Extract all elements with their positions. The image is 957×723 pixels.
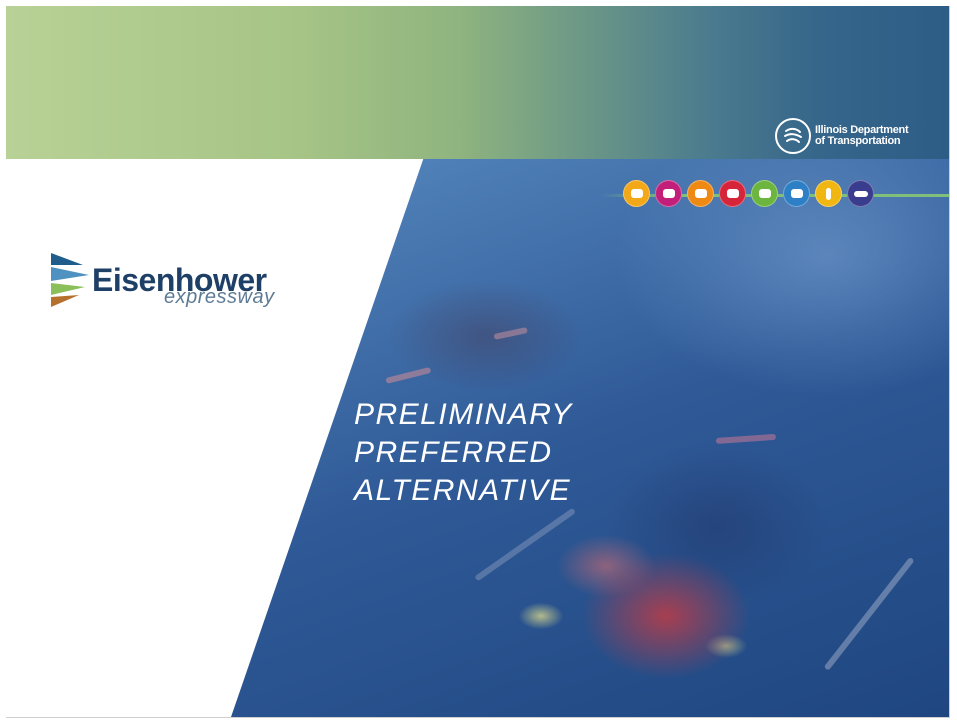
title-line-3: ALTERNATIVE (354, 474, 572, 507)
title-line-2: PREFERRED (354, 436, 553, 469)
idot-seal-icon (775, 118, 811, 154)
eisenhower-logo-mark (51, 253, 89, 307)
transportation-mode-icons (623, 180, 874, 207)
carpool-icon (655, 180, 682, 207)
rail-icon (783, 180, 810, 207)
idot-name-line2: of Transportation (815, 135, 901, 147)
idot-logo: Illinois Department of Transportation (775, 118, 909, 154)
vanpool-icon (719, 180, 746, 207)
eisenhower-logo-subtitle: expressway (164, 286, 275, 308)
light-streak (385, 366, 432, 384)
title-line-1: PRELIMINARY (354, 398, 573, 431)
bicycle-icon (847, 180, 874, 207)
title-slide: Illinois Department of Transportation Ei… (6, 6, 950, 718)
taxi-icon (687, 180, 714, 207)
pedestrian-icon (815, 180, 842, 207)
light-streak (493, 326, 528, 340)
lane-marking (823, 556, 915, 671)
bus-icon (751, 180, 778, 207)
slide-title: PRELIMINARY PREFERRED ALTERNATIVE (354, 396, 573, 510)
car-icon (623, 180, 650, 207)
light-streak (715, 433, 777, 444)
lane-marking (474, 507, 577, 582)
